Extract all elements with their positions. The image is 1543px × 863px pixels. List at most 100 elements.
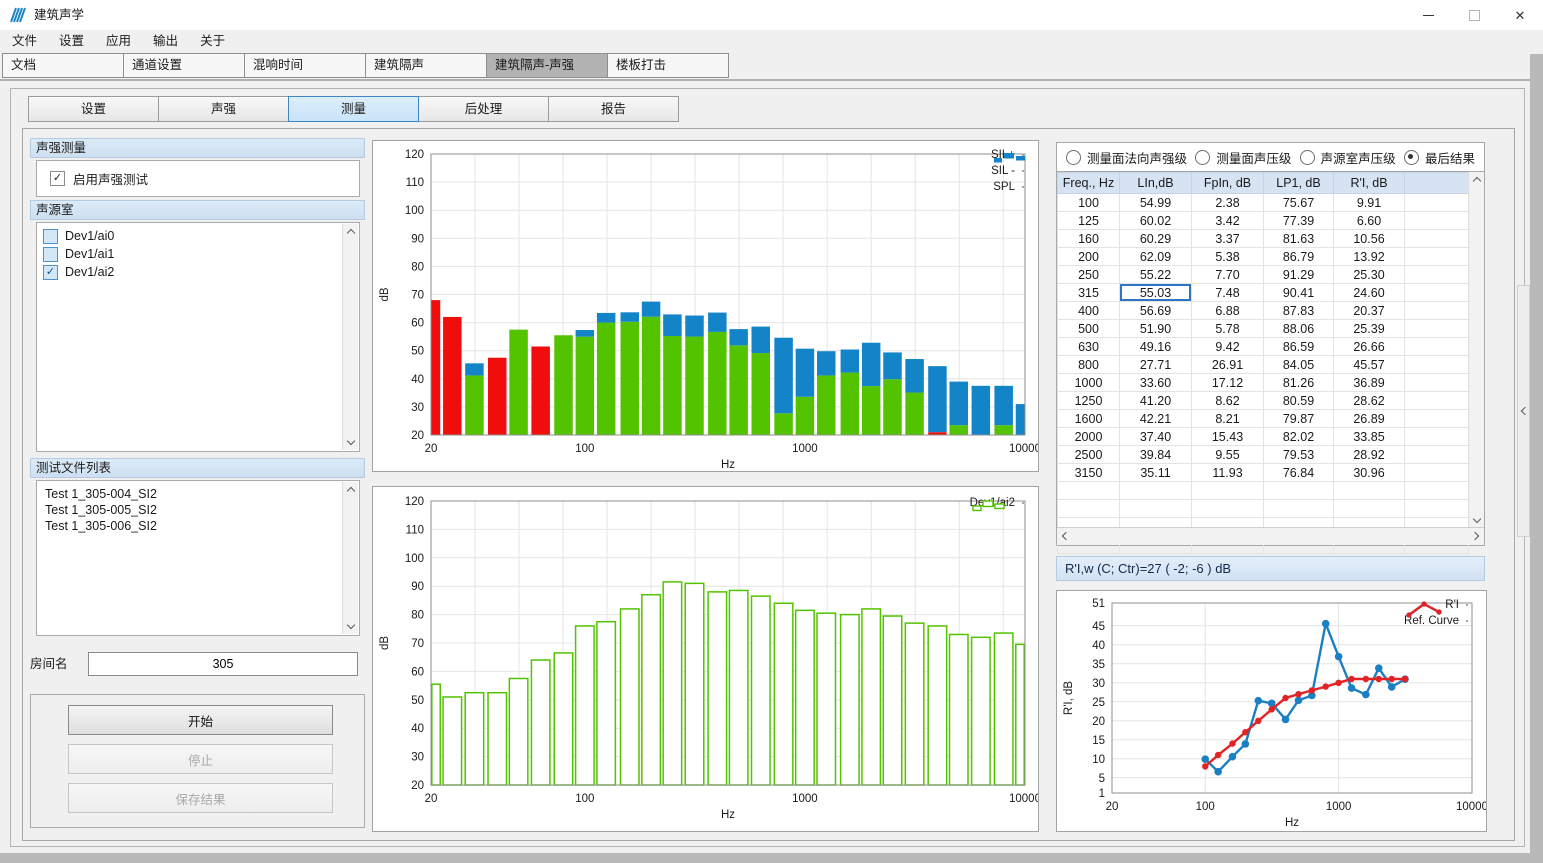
table-cell[interactable]: 7.70: [1192, 266, 1264, 284]
table-cell[interactable]: 41.20: [1120, 392, 1192, 410]
table-cell[interactable]: 26.91: [1192, 356, 1264, 374]
table-cell[interactable]: 82.02: [1264, 428, 1334, 446]
table-cell[interactable]: [1058, 482, 1120, 500]
table-cell[interactable]: 60.02: [1120, 212, 1192, 230]
table-cell[interactable]: 79.53: [1264, 446, 1334, 464]
table-cell[interactable]: 30.96: [1334, 464, 1405, 482]
table-cell[interactable]: [1120, 482, 1192, 500]
table-cell[interactable]: 20.37: [1334, 302, 1405, 320]
table-cell[interactable]: 315: [1058, 284, 1120, 302]
table-cell[interactable]: [1334, 500, 1405, 518]
table-cell[interactable]: [1192, 500, 1264, 518]
table-cell[interactable]: 90.41: [1264, 284, 1334, 302]
table-cell[interactable]: [1405, 374, 1469, 392]
table-cell[interactable]: 15.43: [1192, 428, 1264, 446]
menu-item-2[interactable]: 应用: [95, 30, 142, 53]
table-cell[interactable]: 17.12: [1192, 374, 1264, 392]
result-view-radio-2[interactable]: 声源室声压级: [1300, 148, 1396, 167]
scroll-up-icon[interactable]: [343, 224, 358, 239]
table-cell[interactable]: 160: [1058, 230, 1120, 248]
test-file-item-0[interactable]: Test 1_305-004_SI2: [37, 486, 359, 502]
table-cell[interactable]: [1058, 500, 1120, 518]
radio-icon[interactable]: [1066, 150, 1081, 165]
legend-plot-style-icon[interactable]: [1466, 604, 1468, 606]
close-button[interactable]: ✕: [1497, 0, 1543, 30]
result-view-radio-0[interactable]: 测量面法向声强级: [1066, 148, 1187, 167]
channel-checkbox[interactable]: [43, 229, 58, 244]
channel-checkbox[interactable]: [43, 265, 58, 280]
panel-collapse-handle[interactable]: [1517, 285, 1530, 537]
table-cell[interactable]: [1264, 500, 1334, 518]
table-cell[interactable]: 11.93: [1192, 464, 1264, 482]
table-cell[interactable]: 630: [1058, 338, 1120, 356]
table-cell[interactable]: [1405, 212, 1469, 230]
table-cell[interactable]: 3150: [1058, 464, 1120, 482]
sub-tab-3[interactable]: 后处理: [418, 96, 549, 122]
table-cell[interactable]: 86.79: [1264, 248, 1334, 266]
table-cell[interactable]: [1405, 428, 1469, 446]
result-view-radio-1[interactable]: 测量面声压级: [1195, 148, 1291, 167]
table-cell[interactable]: 35.11: [1120, 464, 1192, 482]
table-vertical-scrollbar[interactable]: [1468, 172, 1484, 528]
main-tab-5[interactable]: 楼板打击: [607, 53, 729, 78]
radio-icon[interactable]: [1300, 150, 1315, 165]
enable-intensity-checkbox[interactable]: [50, 171, 65, 186]
scroll-up-icon[interactable]: [1469, 172, 1484, 187]
table-cell[interactable]: 88.06: [1264, 320, 1334, 338]
menu-item-4[interactable]: 关于: [189, 30, 236, 53]
table-cell[interactable]: 7.48: [1192, 284, 1264, 302]
minimize-button[interactable]: [1405, 0, 1451, 30]
table-cell[interactable]: 51.90: [1120, 320, 1192, 338]
table-cell[interactable]: 200: [1058, 248, 1120, 266]
table-cell[interactable]: 75.67: [1264, 194, 1334, 212]
table-cell[interactable]: 49.16: [1120, 338, 1192, 356]
table-cell[interactable]: 800: [1058, 356, 1120, 374]
table-cell[interactable]: [1405, 194, 1469, 212]
table-cell[interactable]: 400: [1058, 302, 1120, 320]
main-tab-1[interactable]: 通道设置: [123, 53, 245, 78]
scroll-down-icon[interactable]: [343, 435, 358, 450]
table-cell[interactable]: 56.69: [1120, 302, 1192, 320]
scroll-right-icon[interactable]: [1469, 528, 1484, 543]
result-view-radio-3[interactable]: 最后结果: [1404, 148, 1475, 167]
table-cell[interactable]: 37.40: [1120, 428, 1192, 446]
table-cell[interactable]: 25.30: [1334, 266, 1405, 284]
legend-plot-style-icon[interactable]: [1466, 620, 1468, 622]
table-cell[interactable]: 24.60: [1334, 284, 1405, 302]
table-cell[interactable]: 60.29: [1120, 230, 1192, 248]
table-cell[interactable]: 2.38: [1192, 194, 1264, 212]
table-cell[interactable]: 81.26: [1264, 374, 1334, 392]
main-tab-2[interactable]: 混响时间: [244, 53, 366, 78]
table-cell[interactable]: 25.39: [1334, 320, 1405, 338]
table-cell[interactable]: 13.92: [1334, 248, 1405, 266]
table-cell[interactable]: 26.66: [1334, 338, 1405, 356]
table-cell[interactable]: [1405, 482, 1469, 500]
channel-row-0[interactable]: Dev1/ai0: [37, 227, 359, 245]
table-cell[interactable]: 42.21: [1120, 410, 1192, 428]
table-cell[interactable]: 76.84: [1264, 464, 1334, 482]
table-cell[interactable]: 54.99: [1120, 194, 1192, 212]
menu-item-1[interactable]: 设置: [48, 30, 95, 53]
menu-item-3[interactable]: 输出: [142, 30, 189, 53]
table-cell[interactable]: [1405, 302, 1469, 320]
table-cell[interactable]: 33.60: [1120, 374, 1192, 392]
menu-item-0[interactable]: 文件: [1, 30, 48, 53]
sub-tab-1[interactable]: 声强: [158, 96, 289, 122]
scroll-up-icon[interactable]: [343, 482, 358, 497]
legend-entry[interactable]: SIL -: [991, 165, 1024, 177]
scroll-left-icon[interactable]: [1057, 528, 1072, 543]
table-cell[interactable]: [1405, 392, 1469, 410]
table-cell[interactable]: 10.56: [1334, 230, 1405, 248]
scroll-down-icon[interactable]: [343, 619, 358, 634]
table-cell[interactable]: 33.85: [1334, 428, 1405, 446]
table-cell[interactable]: 9.42: [1192, 338, 1264, 356]
channel-list-scrollbar[interactable]: [342, 224, 358, 450]
table-cell[interactable]: 5.38: [1192, 248, 1264, 266]
table-cell[interactable]: 80.59: [1264, 392, 1334, 410]
table-cell[interactable]: 100: [1058, 194, 1120, 212]
table-cell[interactable]: 1600: [1058, 410, 1120, 428]
table-cell[interactable]: 45.57: [1334, 356, 1405, 374]
table-cell[interactable]: [1405, 248, 1469, 266]
test-file-item-2[interactable]: Test 1_305-006_SI2: [37, 518, 359, 534]
table-cell[interactable]: 86.59: [1264, 338, 1334, 356]
